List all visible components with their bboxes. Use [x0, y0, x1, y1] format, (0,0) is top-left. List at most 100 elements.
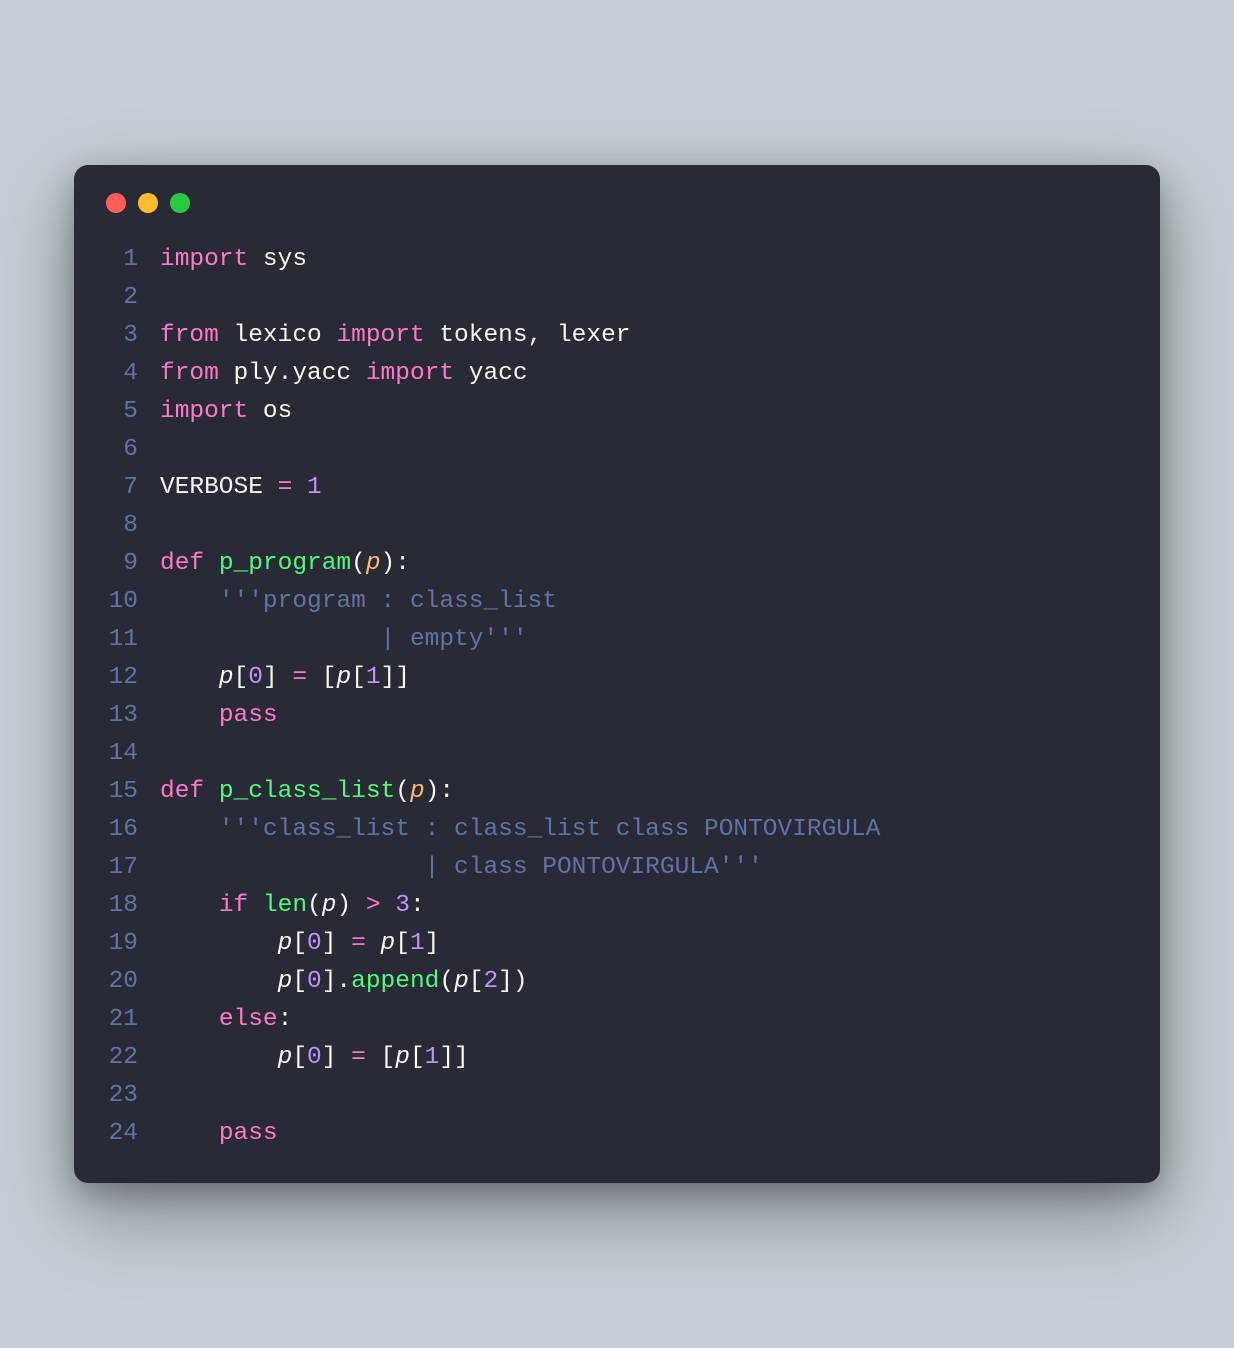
line-number: 21	[104, 1001, 160, 1039]
code-line: 1import sys	[104, 241, 1130, 279]
code-line: 9def p_program(p):	[104, 545, 1130, 583]
token: pass	[219, 702, 278, 729]
token: ]	[263, 664, 292, 691]
token: p	[366, 550, 381, 577]
code-line: 6	[104, 431, 1130, 469]
line-content: p[0] = [p[1]]	[160, 659, 1130, 697]
token: def	[160, 778, 204, 805]
token: :	[410, 892, 425, 919]
token: p_program	[219, 550, 351, 577]
token	[160, 1120, 219, 1147]
token: lexico	[219, 322, 337, 349]
code-line: 2	[104, 279, 1130, 317]
code-line: 11 | empty'''	[104, 621, 1130, 659]
token: import	[336, 322, 424, 349]
token: def	[160, 550, 204, 577]
line-number: 17	[104, 849, 160, 887]
token: p	[336, 664, 351, 691]
token	[204, 778, 219, 805]
line-content	[160, 431, 1130, 469]
token: 0	[248, 664, 263, 691]
line-number: 3	[104, 317, 160, 355]
code-line: 7VERBOSE = 1	[104, 469, 1130, 507]
token: p	[278, 930, 293, 957]
token: '''class_list : class_list class PONTOVI…	[160, 816, 880, 843]
token: ]	[322, 1044, 351, 1071]
line-number: 23	[104, 1077, 160, 1115]
token: [	[292, 930, 307, 957]
token: '''program : class_list	[160, 588, 557, 615]
token: (	[307, 892, 322, 919]
close-icon[interactable]	[106, 193, 126, 213]
line-content: from ply.yacc import yacc	[160, 355, 1130, 393]
token: sys	[248, 246, 307, 273]
token: p	[454, 968, 469, 995]
token: =	[292, 664, 307, 691]
token: 0	[307, 968, 322, 995]
line-number: 1	[104, 241, 160, 279]
line-number: 10	[104, 583, 160, 621]
line-content	[160, 279, 1130, 317]
code-line: 13 pass	[104, 697, 1130, 735]
line-number: 11	[104, 621, 160, 659]
token: =	[278, 474, 293, 501]
line-number: 6	[104, 431, 160, 469]
code-line: 15def p_class_list(p):	[104, 773, 1130, 811]
token: p	[219, 664, 234, 691]
token: 1	[307, 474, 322, 501]
token: ])	[498, 968, 527, 995]
token: from	[160, 322, 219, 349]
line-content	[160, 735, 1130, 773]
line-number: 13	[104, 697, 160, 735]
token: | empty'''	[160, 626, 528, 653]
token: [	[410, 1044, 425, 1071]
token: from	[160, 360, 219, 387]
token: len	[263, 892, 307, 919]
token: import	[160, 246, 248, 273]
token: [	[292, 968, 307, 995]
code-line: 10 '''program : class_list	[104, 583, 1130, 621]
line-content: import sys	[160, 241, 1130, 279]
line-number: 22	[104, 1039, 160, 1077]
token: ):	[425, 778, 454, 805]
token: import	[160, 398, 248, 425]
code-line: 14	[104, 735, 1130, 773]
token: (	[439, 968, 454, 995]
line-content: else:	[160, 1001, 1130, 1039]
line-number: 7	[104, 469, 160, 507]
line-content	[160, 507, 1130, 545]
token: ]	[322, 930, 351, 957]
code-editor[interactable]: 1import sys2 3from lexico import tokens,…	[104, 241, 1130, 1152]
token	[160, 1044, 278, 1071]
token	[160, 664, 219, 691]
token: import	[366, 360, 454, 387]
token	[204, 550, 219, 577]
code-line: 18 if len(p) > 3:	[104, 887, 1130, 925]
line-number: 12	[104, 659, 160, 697]
minimize-icon[interactable]	[138, 193, 158, 213]
token	[248, 892, 263, 919]
line-content: VERBOSE = 1	[160, 469, 1130, 507]
token: ].	[322, 968, 351, 995]
token: [	[395, 930, 410, 957]
line-number: 18	[104, 887, 160, 925]
code-line: 16 '''class_list : class_list class PONT…	[104, 811, 1130, 849]
line-content: | class PONTOVIRGULA'''	[160, 849, 1130, 887]
code-line: 24 pass	[104, 1115, 1130, 1153]
line-number: 5	[104, 393, 160, 431]
maximize-icon[interactable]	[170, 193, 190, 213]
token: else	[219, 1006, 278, 1033]
token: [	[234, 664, 249, 691]
token: yacc	[454, 360, 528, 387]
token: 1	[410, 930, 425, 957]
line-content: def p_class_list(p):	[160, 773, 1130, 811]
line-number: 15	[104, 773, 160, 811]
code-line: 3from lexico import tokens, lexer	[104, 317, 1130, 355]
token: os	[248, 398, 292, 425]
token: p	[410, 778, 425, 805]
token	[160, 930, 278, 957]
token: ply.yacc	[219, 360, 366, 387]
token: 0	[307, 1044, 322, 1071]
line-number: 8	[104, 507, 160, 545]
token: p	[278, 1044, 293, 1071]
